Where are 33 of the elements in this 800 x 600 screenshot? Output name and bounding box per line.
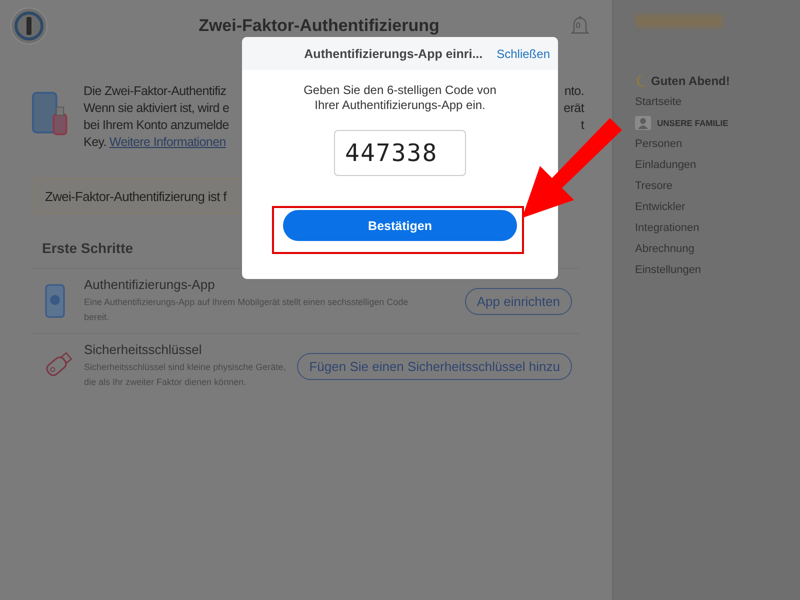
more-info-link[interactable]: Weitere Informationen xyxy=(109,135,226,152)
intro-text: nto. xyxy=(564,84,584,100)
sidebar-link[interactable]: Abrechnung xyxy=(635,243,800,256)
moon-icon xyxy=(635,74,647,88)
section-label: UNSERE FAMILIE xyxy=(657,118,728,128)
sidebar-link[interactable]: Tresore xyxy=(635,180,800,193)
intro-text: Die Zwei-Faktor-Authentifiz xyxy=(84,84,226,100)
step-title: Sicherheitsschlüssel xyxy=(84,342,203,357)
intro-text: bei Ihrem Konto anzumelde xyxy=(84,118,229,134)
intro-text: Key. xyxy=(84,135,106,151)
step-button[interactable]: App einrichten xyxy=(464,288,572,314)
modal-instructions: Geben Sie den 6-stelligen Code von Ihrer Authentifizierungs-App ein. xyxy=(302,83,498,113)
intro-text: t xyxy=(580,118,584,134)
confirm-button[interactable]: Bestätigen xyxy=(283,210,517,241)
people-icon xyxy=(635,116,651,130)
close-link[interactable]: Schließen xyxy=(496,46,550,60)
sidebar-link[interactable]: Einstellungen xyxy=(635,264,800,277)
sidebar-link[interactable]: Startseite xyxy=(635,96,800,109)
intro-text: erät xyxy=(564,101,584,117)
step-title: Authentifizierungs-App xyxy=(84,277,216,292)
sidebar-link[interactable]: Integrationen xyxy=(635,222,800,235)
step-button[interactable]: Fügen Sie einen Sicherheitsschlüssel hinzu xyxy=(297,352,572,380)
code-input-field[interactable]: 447338 xyxy=(334,130,466,176)
logo-icon xyxy=(10,7,48,45)
banner-text: Zwei-Faktor-Authentifizierung ist f xyxy=(45,188,226,204)
sidebar-link[interactable]: Entwickler xyxy=(635,201,800,214)
modal-title: Authentifizierungs-App einri... xyxy=(304,46,483,60)
intro-text: Wenn sie aktiviert ist, wird e xyxy=(84,101,230,117)
greeting: Guten Abend! xyxy=(651,74,730,88)
page-title: Zwei-Faktor-Authentifizierung xyxy=(198,16,440,36)
section-heading: Erste Schritte xyxy=(42,240,134,256)
sidebar-link[interactable]: Einladungen xyxy=(635,159,800,172)
sidebar-link[interactable]: Personen xyxy=(635,138,800,151)
